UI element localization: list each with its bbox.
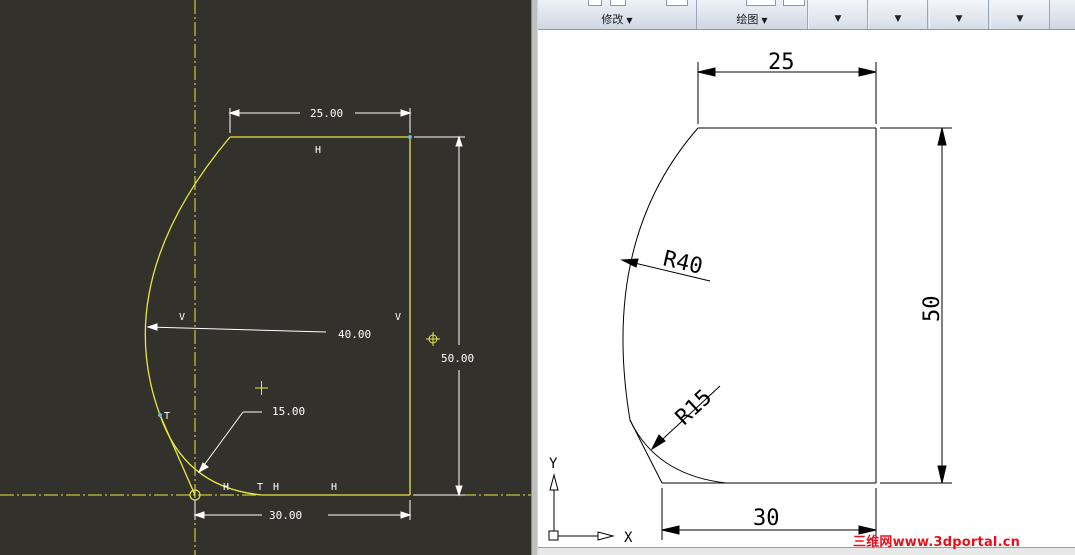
constraint-bottom-h2: H bbox=[273, 482, 279, 493]
chevron-down-icon[interactable]: ▼ bbox=[991, 14, 1049, 24]
constraint-bottom-h3: H bbox=[331, 482, 337, 493]
large-arc[interactable] bbox=[144, 136, 231, 416]
ucs-y-label: Y bbox=[549, 456, 558, 472]
sketch-canvas[interactable]: 25.00 50.00 40.00 15.00 30.00 H V V T H … bbox=[0, 0, 531, 555]
constraint-v-right: V bbox=[395, 312, 401, 323]
ribbon-group-modify[interactable]: 修改 ▼ bbox=[538, 0, 697, 29]
ribbon-dropdown-2[interactable]: ▼ bbox=[868, 0, 928, 29]
cad-dimension-lines bbox=[620, 62, 952, 540]
ucs-x-label: X bbox=[624, 530, 633, 546]
ribbon-group-modify-label[interactable]: 修改 bbox=[601, 13, 623, 26]
dim-right-text[interactable]: 50.00 bbox=[441, 352, 474, 365]
cad-dim-bottom[interactable]: 30 bbox=[753, 506, 780, 531]
constraint-h-top: H bbox=[315, 145, 321, 156]
panel-divider[interactable] bbox=[531, 0, 538, 555]
cad-drawing-canvas[interactable]: 25 50 R40 R15 30 Y X bbox=[538, 30, 1075, 555]
ribbon-toolbar: 修改 ▼ 绘图 ▼ ▼ ▼ ▼ ▼ bbox=[538, 0, 1075, 30]
cad-drawing[interactable]: 25 50 R40 R15 30 Y X bbox=[538, 30, 1075, 555]
dim-top-text[interactable]: 25.00 bbox=[310, 107, 343, 120]
watermark: 三维网www.3dportal.cn bbox=[853, 535, 1021, 550]
cad-profile[interactable] bbox=[622, 127, 877, 484]
cad-small-arc[interactable] bbox=[629, 419, 727, 484]
dim-radius-small-text[interactable]: 15.00 bbox=[272, 405, 305, 418]
chevron-down-icon[interactable]: ▼ bbox=[626, 16, 632, 25]
chevron-down-icon[interactable]: ▼ bbox=[869, 14, 927, 24]
cad-dim-right[interactable]: 50 bbox=[920, 296, 945, 323]
ribbon-group-draw[interactable]: 绘图 ▼ bbox=[697, 0, 808, 29]
vertex-point[interactable] bbox=[408, 135, 412, 139]
dimension-lines bbox=[146, 108, 465, 520]
cad-dim-radius-large[interactable]: R40 bbox=[661, 246, 705, 279]
constraint-t-left: T bbox=[164, 411, 170, 422]
ucs-icon bbox=[548, 473, 615, 541]
construction-line[interactable] bbox=[159, 414, 196, 496]
cad-dim-top[interactable]: 25 bbox=[768, 50, 795, 75]
dim-bottom-text[interactable]: 30.00 bbox=[269, 509, 302, 522]
vertex-point-left[interactable] bbox=[158, 413, 162, 417]
constraint-v-left: V bbox=[179, 312, 185, 323]
ribbon-dropdown-4[interactable]: ▼ bbox=[990, 0, 1050, 29]
chevron-down-icon[interactable]: ▼ bbox=[930, 14, 988, 24]
ribbon-dropdown-3[interactable]: ▼ bbox=[929, 0, 989, 29]
cad-construction-line[interactable] bbox=[629, 419, 663, 484]
dim-radius-large-text[interactable]: 40.00 bbox=[338, 328, 371, 341]
chevron-down-icon[interactable]: ▼ bbox=[809, 14, 867, 24]
chevron-down-icon[interactable]: ▼ bbox=[761, 16, 767, 25]
constraint-bottom-h1: H bbox=[223, 482, 229, 493]
constraint-bottom-t: T bbox=[257, 482, 263, 493]
arc-center-mark-large bbox=[426, 332, 440, 346]
arc-center-mark-small bbox=[255, 381, 268, 395]
sketch-viewport[interactable]: 25.00 50.00 40.00 15.00 30.00 H V V T H … bbox=[0, 0, 531, 555]
ribbon-dropdown-1[interactable]: ▼ bbox=[808, 0, 868, 29]
cad-dim-radius-small[interactable]: R15 bbox=[671, 385, 717, 430]
ribbon-group-draw-label[interactable]: 绘图 bbox=[736, 13, 758, 26]
